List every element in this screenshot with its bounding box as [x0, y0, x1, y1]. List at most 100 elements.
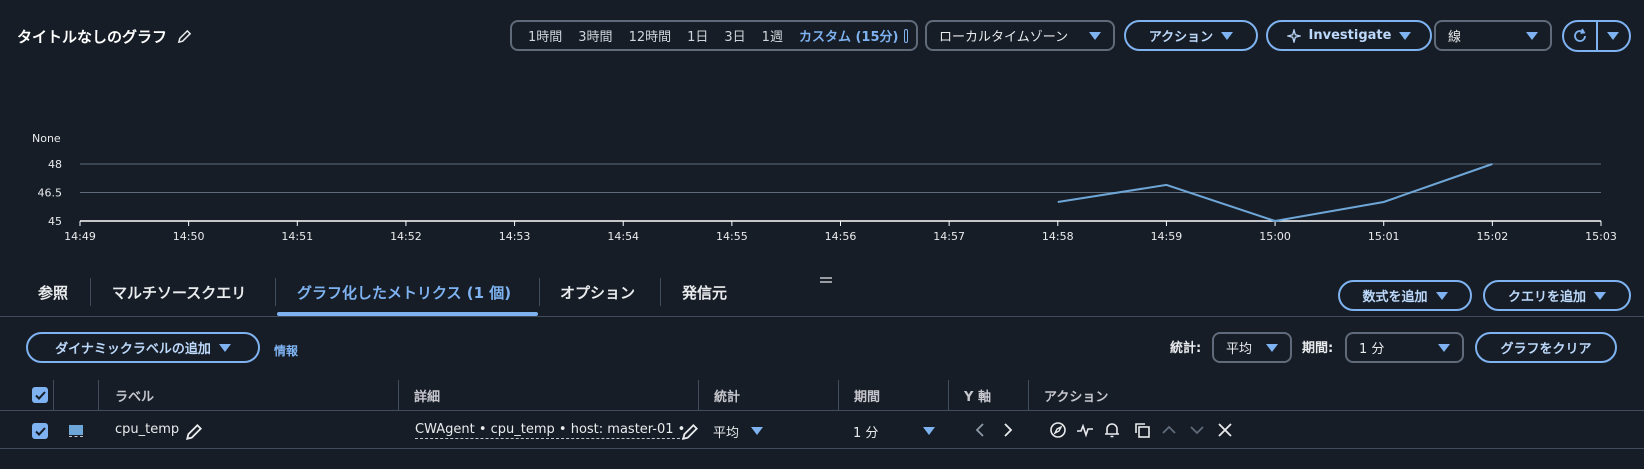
copy-icon[interactable] — [1133, 421, 1151, 439]
column-header-period[interactable]: 期間 — [854, 386, 880, 405]
dynamic-label-button[interactable]: ダイナミックラベルの追加 — [26, 332, 260, 363]
caret-down-icon — [1607, 32, 1620, 40]
compass-icon[interactable] — [1049, 421, 1067, 439]
caret-down-icon[interactable] — [751, 427, 763, 435]
tab-source[interactable]: 発信元 — [682, 282, 727, 303]
chevron-down-icon[interactable] — [1188, 421, 1206, 439]
x-tick-label: 14:56 — [825, 230, 857, 243]
series-color-swatch[interactable] — [69, 425, 83, 437]
pencil-icon[interactable] — [177, 29, 192, 44]
stat-select-value: 平均 — [1226, 342, 1253, 357]
tab-graphed-metrics[interactable]: グラフ化したメトリクス (1 個) — [297, 282, 511, 303]
x-tick-label: 14:49 — [64, 230, 96, 243]
sparkle-icon — [1286, 28, 1301, 43]
dynamic-label-text: ダイナミックラベルの追加 — [55, 342, 211, 357]
stat-label: 統計: — [1170, 341, 1202, 356]
y-tick-label: 45 — [48, 215, 62, 228]
time-option-custom[interactable]: カスタム (15分) — [791, 26, 903, 45]
time-range-picker: 1時間 3時間 12時間 1日 3日 1週 カスタム (15分) — [510, 20, 918, 51]
stat-select[interactable]: 平均 — [1212, 332, 1292, 363]
tab-browse[interactable]: 参照 — [38, 282, 68, 303]
clear-graph-label: グラフをクリア — [1500, 342, 1592, 357]
time-option-1w[interactable]: 1週 — [754, 26, 791, 45]
refresh-button[interactable] — [1564, 22, 1596, 50]
column-header-y-axis[interactable]: Y 軸 — [964, 386, 991, 405]
period-label: 期間: — [1302, 341, 1334, 356]
y-axis-label: None — [32, 132, 61, 145]
column-header-label[interactable]: ラベル — [115, 386, 154, 405]
pencil-icon[interactable] — [185, 423, 203, 441]
x-tick-label: 14:51 — [281, 230, 313, 243]
drag-handle-icon[interactable] — [819, 276, 833, 284]
caret-down-icon — [1221, 31, 1234, 40]
x-tick-label: 15:00 — [1259, 230, 1291, 243]
x-tick-label: 14:50 — [173, 230, 205, 243]
anomaly-detection-icon[interactable] — [1076, 421, 1094, 439]
chevron-left-icon[interactable] — [972, 421, 990, 439]
time-option-12h[interactable]: 12時間 — [621, 26, 680, 45]
actions-button[interactable]: アクション — [1124, 20, 1258, 51]
caret-down-icon — [1399, 31, 1412, 40]
row-label[interactable]: cpu_temp — [115, 422, 179, 437]
refresh-options-button[interactable] — [1598, 22, 1630, 50]
info-link[interactable]: 情報 — [274, 342, 298, 359]
x-tick-label: 14:54 — [607, 230, 639, 243]
timezone-value: ローカルタイムゾーン — [939, 30, 1069, 45]
column-header-details[interactable]: 詳細 — [414, 386, 440, 405]
pencil-icon[interactable] — [681, 423, 699, 441]
bell-icon[interactable] — [1103, 421, 1121, 439]
column-header-stat[interactable]: 統計 — [714, 386, 740, 405]
add-formula-button[interactable]: 数式を追加 — [1338, 280, 1472, 311]
y-tick-label: 46.5 — [38, 187, 63, 200]
chevron-up-icon[interactable] — [1160, 421, 1178, 439]
time-option-3h[interactable]: 3時間 — [570, 26, 620, 45]
period-select-value: 1 分 — [1359, 342, 1385, 357]
investigate-button-label: Investigate — [1308, 28, 1392, 43]
caret-down-icon — [1438, 343, 1450, 352]
chevron-right-icon[interactable] — [998, 421, 1016, 439]
x-tick-label: 15:03 — [1585, 230, 1617, 243]
row-details[interactable]: CWAgent • cpu_temp • host: master-01 • — [415, 422, 686, 439]
caret-down-icon — [1526, 31, 1538, 40]
x-tick-label: 14:59 — [1151, 230, 1183, 243]
row-checkbox[interactable] — [32, 423, 48, 439]
x-tick-label: 14:55 — [716, 230, 748, 243]
chart-type-value: 線 — [1448, 30, 1462, 45]
x-tick-label: 14:53 — [499, 230, 531, 243]
add-query-label: クエリを追加 — [1507, 290, 1586, 305]
graph-title-text: タイトルなしのグラフ — [17, 28, 168, 46]
tab-multi-source-query[interactable]: マルチソースクエリ — [112, 282, 246, 303]
x-tick-label: 14:58 — [1042, 230, 1074, 243]
investigate-button[interactable]: Investigate — [1266, 20, 1432, 51]
period-select[interactable]: 1 分 — [1345, 332, 1464, 363]
x-tick-label: 14:52 — [390, 230, 422, 243]
line-chart: None 48 46.5 45 14:49 14:50 14:51 14:52 14:53 1… — [32, 132, 1617, 243]
chart-type-select[interactable]: 線 — [1434, 20, 1552, 51]
caret-down-icon[interactable] — [923, 427, 935, 435]
x-tick-label: 15:02 — [1477, 230, 1509, 243]
actions-button-label: アクション — [1148, 30, 1214, 45]
checkmark-icon — [34, 390, 46, 400]
row-period[interactable]: 1 分 — [853, 422, 878, 441]
caret-down-icon — [218, 343, 231, 352]
select-all-checkbox[interactable] — [32, 387, 48, 403]
refresh-icon — [1573, 28, 1586, 42]
caret-down-icon — [1266, 343, 1278, 352]
timezone-select[interactable]: ローカルタイムゾーン — [925, 20, 1115, 51]
x-tick-label: 14:57 — [933, 230, 965, 243]
clear-graph-button[interactable]: グラフをクリア — [1475, 332, 1617, 363]
caret-down-icon — [1594, 291, 1606, 300]
time-option-1d[interactable]: 1日 — [679, 26, 716, 45]
caret-down-icon — [1435, 291, 1448, 300]
graph-title: タイトルなしのグラフ — [17, 26, 192, 47]
column-header-actions: アクション — [1044, 390, 1109, 405]
time-option-1h[interactable]: 1時間 — [520, 26, 570, 45]
x-tick-label: 15:01 — [1368, 230, 1400, 243]
add-query-button[interactable]: クエリを追加 — [1483, 280, 1631, 311]
time-option-3d[interactable]: 3日 — [716, 26, 753, 45]
calendar-icon[interactable] — [904, 28, 908, 43]
tab-options[interactable]: オプション — [560, 282, 635, 303]
checkmark-icon — [34, 426, 46, 436]
row-stat[interactable]: 平均 — [713, 422, 739, 441]
close-icon[interactable] — [1216, 421, 1234, 439]
